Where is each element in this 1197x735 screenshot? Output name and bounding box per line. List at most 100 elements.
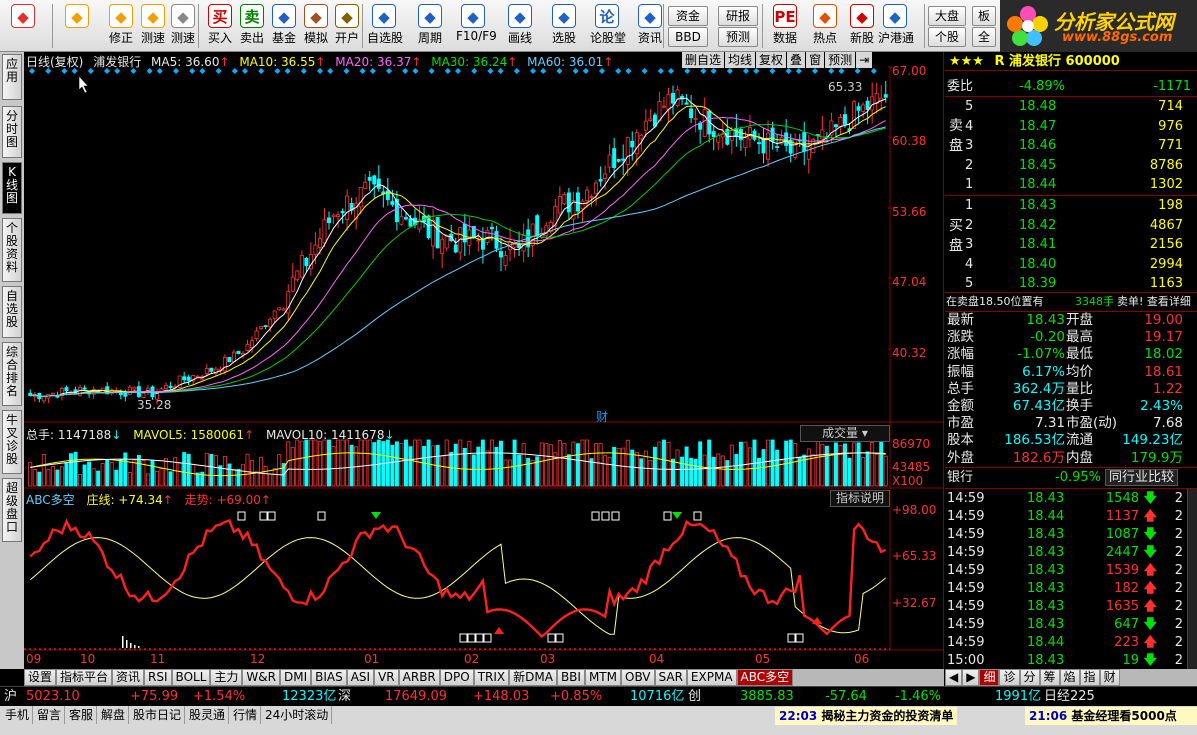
candle-body [784, 132, 789, 146]
news-button[interactable]: ◆ 资讯 [633, 2, 667, 50]
indicator-tab[interactable]: 主力 [210, 669, 243, 686]
kline-chart-area[interactable]: 日线(复权) 浦发银行 MA5: 36.60↑ MA10: 36.55↑ MA2… [24, 52, 944, 669]
indicator-tab[interactable]: RSI [144, 669, 172, 686]
volume-bar [295, 439, 300, 487]
volume-bar [59, 466, 64, 487]
indicator-tab[interactable]: OBV [621, 669, 655, 686]
status-item[interactable]: 解盘 [98, 706, 130, 724]
volume-bar [811, 454, 816, 487]
indicator-help-button[interactable]: 指标说明 [830, 490, 890, 507]
quote-tab[interactable]: 筹 [1039, 669, 1060, 686]
indicator-tab[interactable]: EXPMA [686, 669, 737, 686]
notice-detail-link[interactable]: 卖单! 查看详细 [1117, 293, 1191, 310]
hammer-button[interactable]: ◆ 模拟 [299, 2, 333, 50]
indicator-tab[interactable]: MTM [584, 669, 621, 686]
news-ticker-2[interactable]: 21:06 基金经理看5000点 [1025, 707, 1197, 725]
toolbar-small-button[interactable]: 研报 [718, 6, 758, 26]
order-level: 3 [965, 138, 974, 153]
large-order-notice[interactable]: 在卖盘18.50位置有 3348手 卖单! 查看详细 [945, 293, 1197, 310]
cy-change: -57.64 [825, 689, 867, 704]
quote-tab[interactable]: 焰 [1059, 669, 1080, 686]
up-down-arrows-button[interactable]: ◆ 修正 [104, 2, 138, 50]
sz-amount: 10716亿 [630, 689, 685, 704]
status-item[interactable]: 客服 [66, 706, 98, 724]
left-tab-2[interactable]: K线图 [2, 162, 22, 214]
left-tab-1[interactable]: 分时图 [2, 106, 22, 158]
period-button[interactable]: ◆ 周期 [413, 2, 447, 50]
indicator-tab[interactable]: BIAS [311, 669, 347, 686]
f10-button[interactable]: ◆ F10/F9 [456, 2, 497, 50]
indicator-tab[interactable]: 新DMA [509, 669, 557, 686]
left-tab-5[interactable]: 综合排名 [2, 342, 22, 406]
left-tab-4[interactable]: 自选股 [2, 286, 22, 338]
toolbar-small-button[interactable]: 个股 [928, 27, 966, 47]
indicator-tab[interactable]: W&R [242, 669, 280, 686]
indicator-tab[interactable]: VR [374, 669, 399, 686]
status-item[interactable]: 留言 [34, 706, 66, 724]
toolbar-small-button[interactable]: 预测 [718, 27, 758, 47]
pen-button[interactable]: ◆ 画线 [503, 2, 537, 50]
right-arrow-icon[interactable]: ▶ [962, 669, 980, 686]
tick-scrollbar[interactable] [1187, 489, 1197, 669]
indicator-tab[interactable]: 资讯 [112, 669, 145, 686]
lock-button[interactable]: ◆ 开户 [330, 2, 364, 50]
sector-name[interactable]: 银行 [947, 469, 973, 486]
buy-button[interactable]: 买买入 [203, 2, 237, 50]
clock-button[interactable]: ◆ 测速 [166, 2, 200, 50]
indicator-tab[interactable]: 设置 [24, 669, 57, 686]
grid-button[interactable]: ◆ [6, 2, 40, 50]
indicator-tab[interactable]: ASI [346, 669, 375, 686]
star-folder-button[interactable]: ◆ 自选股 [367, 2, 403, 50]
indicator-tab[interactable]: BOLL [171, 669, 211, 686]
new-stock-button[interactable]: ◆ 新股 [845, 2, 879, 50]
back-arrow-button[interactable]: ◆ [60, 2, 94, 50]
quote-tab[interactable]: 财 [1099, 669, 1120, 686]
left-tab-7[interactable]: 超级盘口 [2, 478, 22, 542]
quote-tab[interactable]: 指 [1079, 669, 1100, 686]
indicator-name[interactable]: ABC多空 [26, 493, 75, 507]
status-item[interactable]: 股灵通 [186, 706, 230, 724]
left-arrow-icon[interactable]: ◀ [945, 669, 963, 686]
toolbar-small-button[interactable]: BBD [668, 27, 708, 47]
status-item[interactable]: 24小时滚动 [262, 706, 333, 724]
left-tab-3[interactable]: 个股资料 [2, 218, 22, 282]
status-item[interactable]: 股市日记 [130, 706, 186, 724]
toolbar-small-button[interactable]: 全 [972, 27, 996, 47]
bottom-signal-box [795, 633, 804, 643]
speed-button[interactable]: ◆ 测速 [136, 2, 170, 50]
monitor-button[interactable]: ◆ 选股 [547, 2, 581, 50]
finance-event-marker[interactable]: 财 [596, 408, 608, 425]
indicator-tab[interactable]: ABC多空 [736, 669, 794, 686]
toolbar-small-button[interactable]: 大盘 [928, 6, 966, 26]
left-tab-6[interactable]: 牛叉诊股 [2, 410, 22, 474]
indicator-tab[interactable]: DMI [279, 669, 312, 686]
volume-dropdown[interactable]: 成交量 ▾ [800, 425, 890, 442]
indicator-tab[interactable]: BBI [556, 669, 585, 686]
forum-button[interactable]: 论论股堂 [590, 2, 626, 50]
candle-body [852, 101, 857, 129]
volume-bar [327, 439, 331, 487]
indicator-tab[interactable]: DPO [439, 669, 474, 686]
compare-button[interactable]: 同行业比较 [1105, 469, 1179, 486]
fire-button[interactable]: ◆ 热点 [808, 2, 842, 50]
hk-button[interactable]: ◆ 沪港通 [878, 2, 914, 50]
pe-button[interactable]: PE 数据 [768, 2, 802, 50]
indicator-tab[interactable]: SAR [654, 669, 687, 686]
toolbar-small-button[interactable]: 资金 [668, 6, 708, 26]
indicator-tab[interactable]: ARBR [398, 669, 440, 686]
volume-bar [671, 458, 675, 487]
quote-tab[interactable]: 细 [979, 669, 1000, 686]
status-item[interactable]: 行情 [230, 706, 262, 724]
volume-bar [847, 457, 852, 487]
sell-button[interactable]: 卖卖出 [235, 2, 269, 50]
indicator-tab[interactable]: 指标平台 [56, 669, 113, 686]
news-ticker-1[interactable]: 22:03 揭秘主力资金的投资清单 [775, 707, 958, 725]
quote-tab[interactable]: 分 [1019, 669, 1040, 686]
quote-tab[interactable]: 诊 [999, 669, 1020, 686]
toolbar-small-button[interactable]: 板 [972, 6, 996, 26]
status-item[interactable]: 手机 [2, 706, 34, 724]
nikkei-label: 日经225 [1044, 689, 1095, 704]
fund-button[interactable]: ◆ 基金 [267, 2, 301, 50]
left-tab-0[interactable]: 应用 [2, 54, 22, 100]
indicator-tab[interactable]: TRIX [473, 669, 510, 686]
